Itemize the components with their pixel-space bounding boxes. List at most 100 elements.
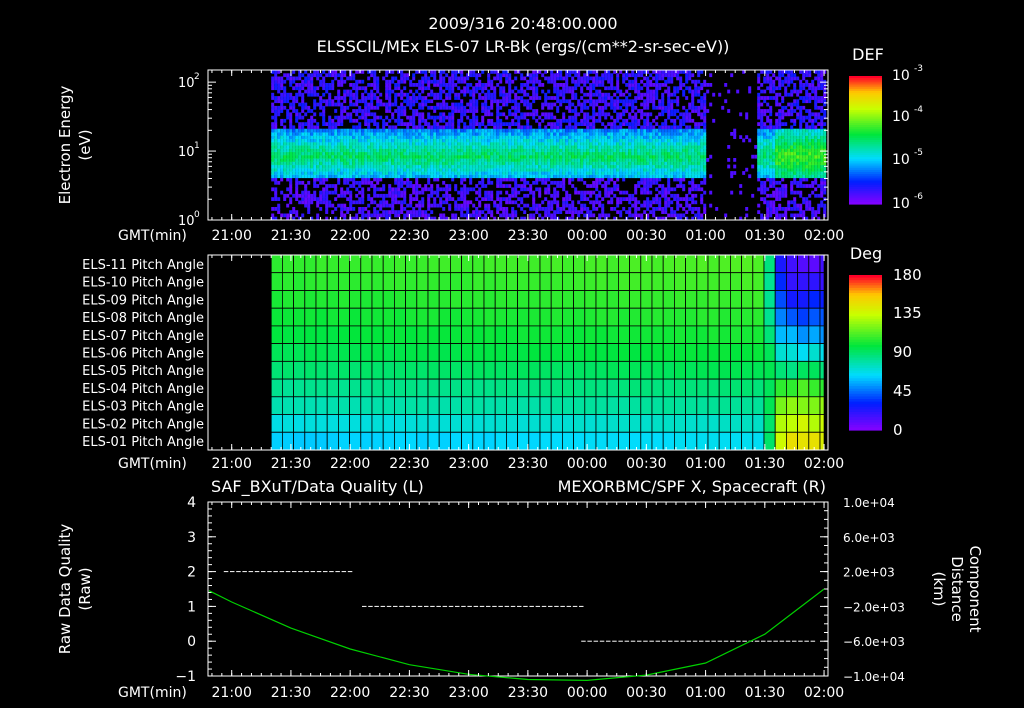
- spectrogram-cell: [616, 210, 620, 214]
- spectrogram-cell: [466, 190, 470, 195]
- spectrogram-cell: [592, 128, 596, 133]
- spectrogram-cell: [625, 164, 629, 169]
- spectrogram-cell: [391, 161, 395, 166]
- spectrogram-cell: [649, 180, 653, 185]
- spectrogram-cell: [547, 112, 551, 117]
- spectrogram-cell: [640, 154, 644, 159]
- spectrogram-cell: [355, 109, 359, 113]
- spectrogram-cell: [541, 145, 545, 149]
- spectrogram-cell: [394, 190, 398, 195]
- spectrogram-cell: [577, 210, 581, 214]
- spectrogram-cell: [673, 164, 677, 169]
- spectrogram-cell: [460, 171, 464, 175]
- spectrogram-cell: [679, 203, 683, 208]
- spectrogram-cell: [760, 164, 764, 169]
- spectrogram-cell: [496, 105, 500, 110]
- spectrogram-cell: [640, 96, 644, 100]
- spectrogram-cell: [676, 164, 680, 169]
- spectrogram-cell: [493, 132, 497, 136]
- spectrogram-cell: [277, 138, 281, 143]
- spectrogram-cell: [610, 138, 614, 143]
- spectrogram-cell: [424, 148, 428, 153]
- spectrogram-cell: [499, 112, 503, 117]
- spectrogram-cell: [553, 145, 557, 149]
- spectrogram-cell: [613, 193, 617, 198]
- spectrogram-cell: [430, 132, 434, 136]
- spectrogram-cell: [475, 128, 479, 133]
- spectrogram-cell: [460, 203, 464, 208]
- spectrogram-cell: [448, 197, 452, 201]
- spectrogram-cell: [664, 161, 668, 166]
- spectrogram-cell: [463, 148, 467, 153]
- spectrogram-cell: [418, 203, 422, 208]
- spectrogram-cell: [724, 99, 728, 104]
- spectrogram-cell: [511, 145, 515, 149]
- spectrogram-cell: [568, 73, 572, 78]
- spectrogram-cell: [301, 96, 305, 100]
- spectrogram-cell: [601, 161, 605, 166]
- spectrogram-cell: [562, 207, 566, 211]
- spectrogram-cell: [472, 154, 476, 159]
- spectrogram-cell: [694, 193, 698, 198]
- spectrogram-cell: [271, 145, 275, 149]
- spectrogram-cell: [355, 138, 359, 143]
- spectrogram-cell: [694, 164, 698, 169]
- spectrogram-cell: [454, 203, 458, 208]
- spectrogram-cell: [454, 132, 458, 136]
- spectrogram-cell: [325, 128, 329, 133]
- spectrogram-cell: [424, 184, 428, 188]
- spectrogram-cell: [502, 122, 506, 126]
- spectrogram-cell: [301, 180, 305, 185]
- spectrogram-cell: [523, 164, 527, 169]
- spectrogram-cell: [448, 148, 452, 153]
- spectrogram-cell: [370, 73, 374, 78]
- spectrogram-cell: [517, 184, 521, 188]
- spectrogram-cell: [538, 207, 542, 211]
- spectrogram-cell: [475, 171, 479, 175]
- spectrogram-cell: [307, 161, 311, 166]
- spectrogram-cell: [529, 145, 533, 149]
- spectrogram-cell: [499, 122, 503, 126]
- spectrogram-cell: [508, 148, 512, 153]
- spectrogram-cell: [664, 154, 668, 159]
- spectrogram-cell: [574, 138, 578, 143]
- spectrogram-cell: [646, 207, 650, 211]
- spectrogram-cell: [406, 154, 410, 159]
- spectrogram-cell: [388, 203, 392, 208]
- spectrogram-cell: [739, 190, 743, 195]
- spectrogram-cell: [682, 83, 686, 87]
- spectrogram-cell: [505, 213, 509, 218]
- spectrogram-cell: [589, 145, 593, 149]
- spectrogram-cell: [631, 161, 635, 166]
- spectrogram-cell: [460, 79, 464, 84]
- spectrogram-cell: [361, 164, 365, 169]
- spectrogram-cell: [451, 73, 455, 78]
- spectrogram-cell: [646, 122, 650, 126]
- spectrogram-cell: [592, 102, 596, 107]
- spectrogram-cell: [487, 207, 491, 211]
- spectrogram-cell: [376, 187, 380, 192]
- spectrogram-cell: [538, 164, 542, 169]
- spectrogram-cell: [466, 171, 470, 175]
- spectrogram-cell: [478, 213, 482, 218]
- spectrogram-cell: [694, 79, 698, 84]
- spectrogram-cell: [481, 132, 485, 136]
- spectrogram-cell: [727, 89, 731, 94]
- spectrogram-cell: [613, 122, 617, 126]
- spectrogram-cell: [415, 125, 419, 130]
- spectrogram-cell: [400, 89, 404, 94]
- spectrogram-cell: [697, 207, 701, 211]
- spectrogram-cell: [364, 86, 368, 91]
- spectrogram-cell: [589, 96, 593, 100]
- spectrogram-cell: [298, 112, 302, 117]
- spectrogram-cell: [436, 92, 440, 97]
- spectrogram-cell: [403, 86, 407, 91]
- spectrogram-cell: [319, 190, 323, 195]
- spectrogram-cell: [475, 138, 479, 143]
- spectrogram-cell: [703, 164, 707, 169]
- spectrogram-cell: [340, 207, 344, 211]
- spectrogram-cell: [490, 112, 494, 117]
- spectrogram-cell: [604, 92, 608, 97]
- spectrogram-cell: [598, 171, 602, 175]
- spectrogram-cell: [526, 203, 530, 208]
